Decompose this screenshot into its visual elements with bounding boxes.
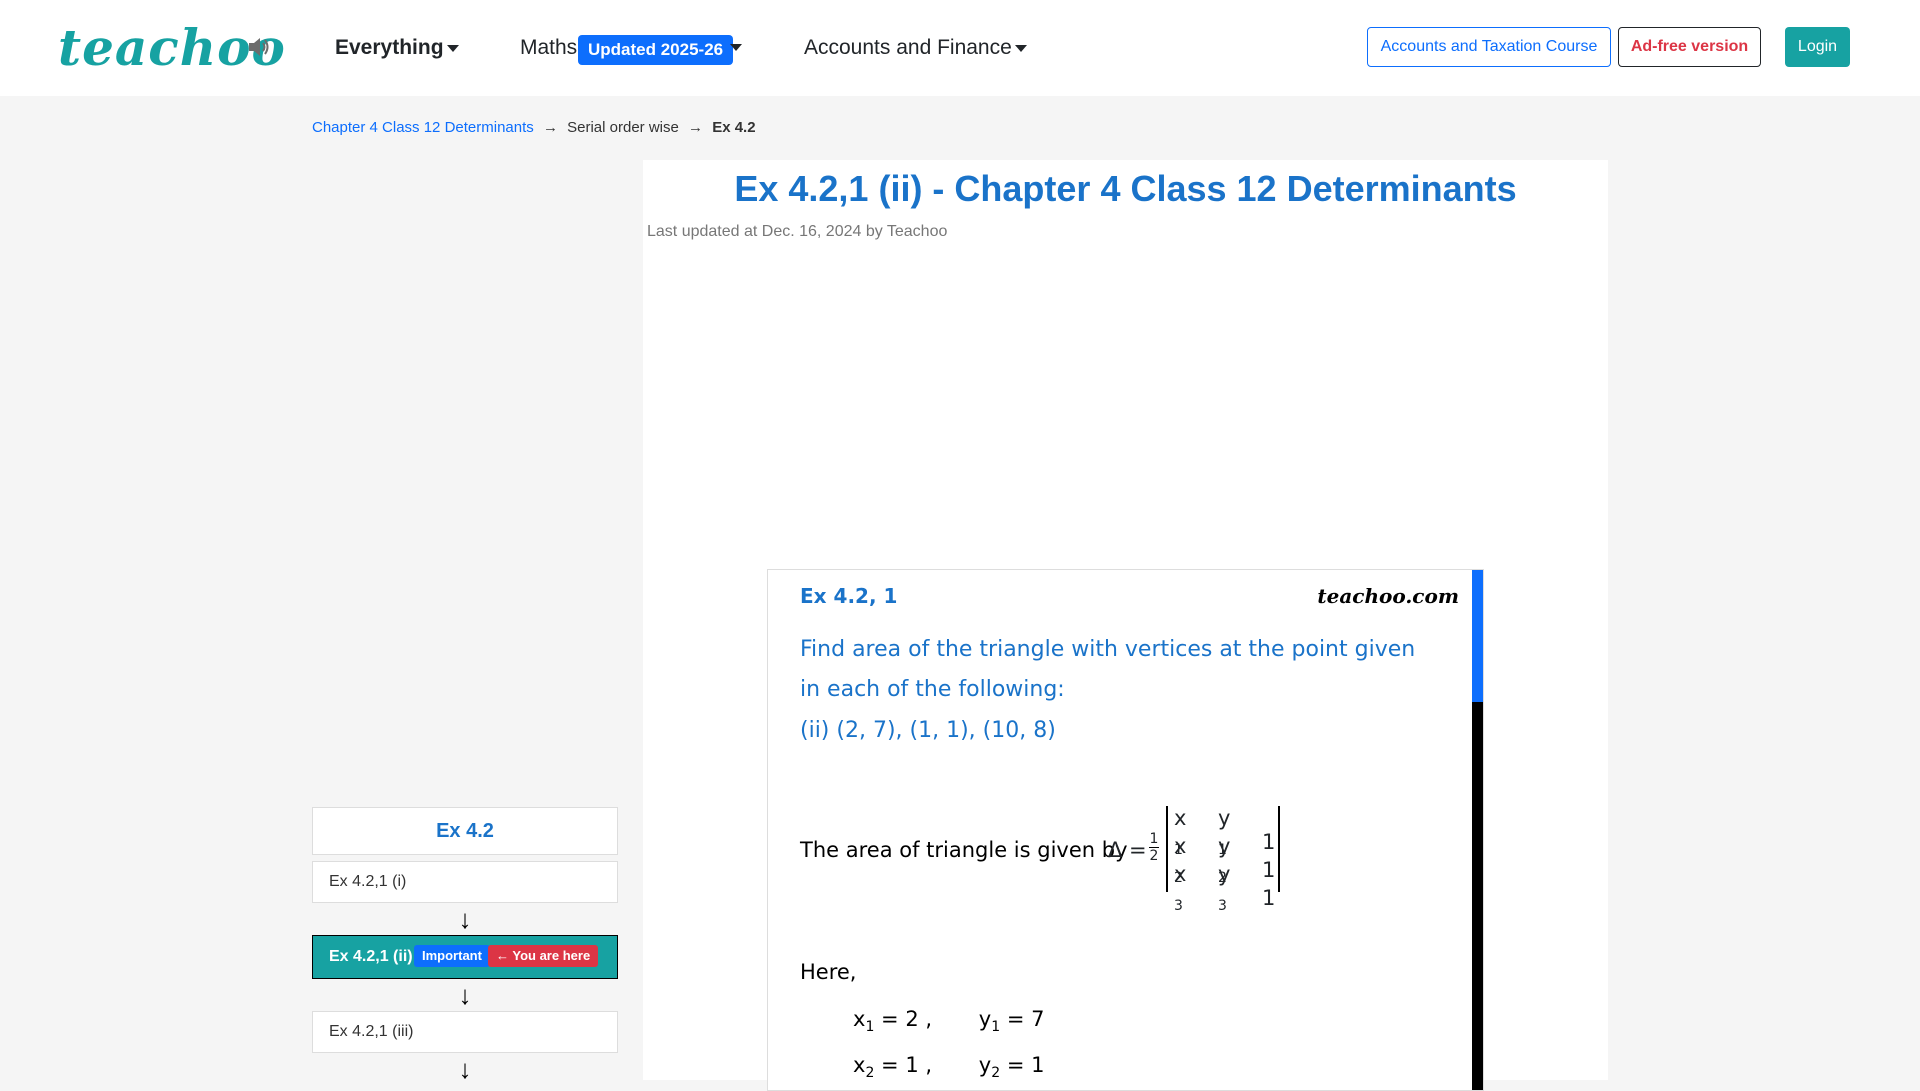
solution-image[interactable]: Ex 4.2, 1 teachoo.com Find area of the t… (767, 569, 1484, 1091)
figure-question: Find area of the triangle with vertices … (800, 637, 1416, 702)
sidebar-item-ex-4-2-1-i[interactable]: Ex 4.2,1 (i) (312, 861, 618, 903)
figure-delta: Δ = (1108, 838, 1147, 862)
image-scrollbar-thumb[interactable] (1472, 570, 1483, 702)
figure-heading: Ex 4.2, 1 (800, 584, 898, 608)
sidebar-heading[interactable]: Ex 4.2 (312, 807, 618, 855)
figure-fraction: 1 2 (1149, 831, 1159, 864)
page-title: Ex 4.2,1 (ii) - Chapter 4 Class 12 Deter… (734, 168, 1517, 209)
figure-here-text: Here, (800, 960, 857, 984)
figure-area-text: The area of triangle is given by (800, 838, 1128, 862)
breadcrumb-separator: → (542, 119, 558, 136)
breadcrumb: Chapter 4 Class 12 Determinants → Serial… (312, 119, 756, 136)
ad-free-version-button[interactable]: Ad-free version (1618, 27, 1761, 67)
down-arrow-icon: ↓ (458, 1054, 472, 1084)
figure-brand: teachoo.com (1317, 584, 1459, 608)
nav-maths-label: Maths (520, 36, 578, 59)
nav-everything-dropdown[interactable]: Everything (335, 36, 459, 60)
determinant-matrix: x1y1 1 x2y2 1 x3y3 1 (1166, 806, 1280, 914)
important-badge: Important (414, 945, 490, 967)
top-navbar: teachoo Everything Maths Updated 2025-26… (0, 0, 1920, 96)
you-are-here-badge: ← You are here (488, 945, 599, 967)
exercise-sidebar: Ex 4.2 Ex 4.2,1 (i) ↓ Ex 4.2,1 (ii) Impo… (312, 807, 618, 1085)
nav-accounts-label: Accounts and Finance (804, 36, 1012, 59)
sidebar-item-label: Ex 4.2,1 (ii) (329, 948, 413, 965)
breadcrumb-section[interactable]: Serial order wise (567, 119, 679, 136)
chevron-down-icon (446, 44, 459, 52)
sidebar-item-ex-4-2-1-ii-active[interactable]: Ex 4.2,1 (ii) Important ← You are here (312, 935, 618, 979)
breadcrumb-separator: → (688, 119, 704, 136)
fraction-denominator: 2 (1149, 848, 1159, 864)
figure-part: (ii) (2, 7), (1, 1), (10, 8) (800, 718, 1056, 743)
breadcrumb-chapter-link[interactable]: Chapter 4 Class 12 Determinants (312, 119, 534, 136)
login-button[interactable]: Login (1785, 27, 1850, 67)
sidebar-item-ex-4-2-1-iii[interactable]: Ex 4.2,1 (iii) (312, 1011, 618, 1053)
article-content: Ex 4.2,1 (ii) - Chapter 4 Class 12 Deter… (643, 160, 1608, 1091)
breadcrumb-current: Ex 4.2 (712, 119, 756, 136)
fraction-numerator: 1 (1149, 831, 1159, 847)
chevron-down-icon[interactable] (730, 44, 742, 51)
accounts-taxation-course-button[interactable]: Accounts and Taxation Course (1367, 27, 1611, 67)
nav-maths-dropdown[interactable]: Maths (520, 36, 577, 60)
nav-accounts-dropdown[interactable]: Accounts and Finance (804, 36, 1027, 60)
determinant-row: x3y3 1 (1174, 862, 1276, 915)
figure-point-1: x1 = 2 , y1 = 7 (853, 1007, 1045, 1036)
last-updated-text: Last updated at Dec. 16, 2024 by Teachoo (647, 223, 948, 240)
down-arrow-icon: ↓ (458, 904, 472, 934)
down-arrow-icon: ↓ (458, 980, 472, 1010)
nav-everything-label: Everything (335, 36, 444, 59)
figure-point-2: x2 = 1 , y2 = 1 (853, 1053, 1045, 1082)
chevron-down-icon (1014, 44, 1027, 52)
updated-badge[interactable]: Updated 2025-26 (578, 35, 734, 65)
speaker-icon[interactable] (247, 36, 271, 58)
